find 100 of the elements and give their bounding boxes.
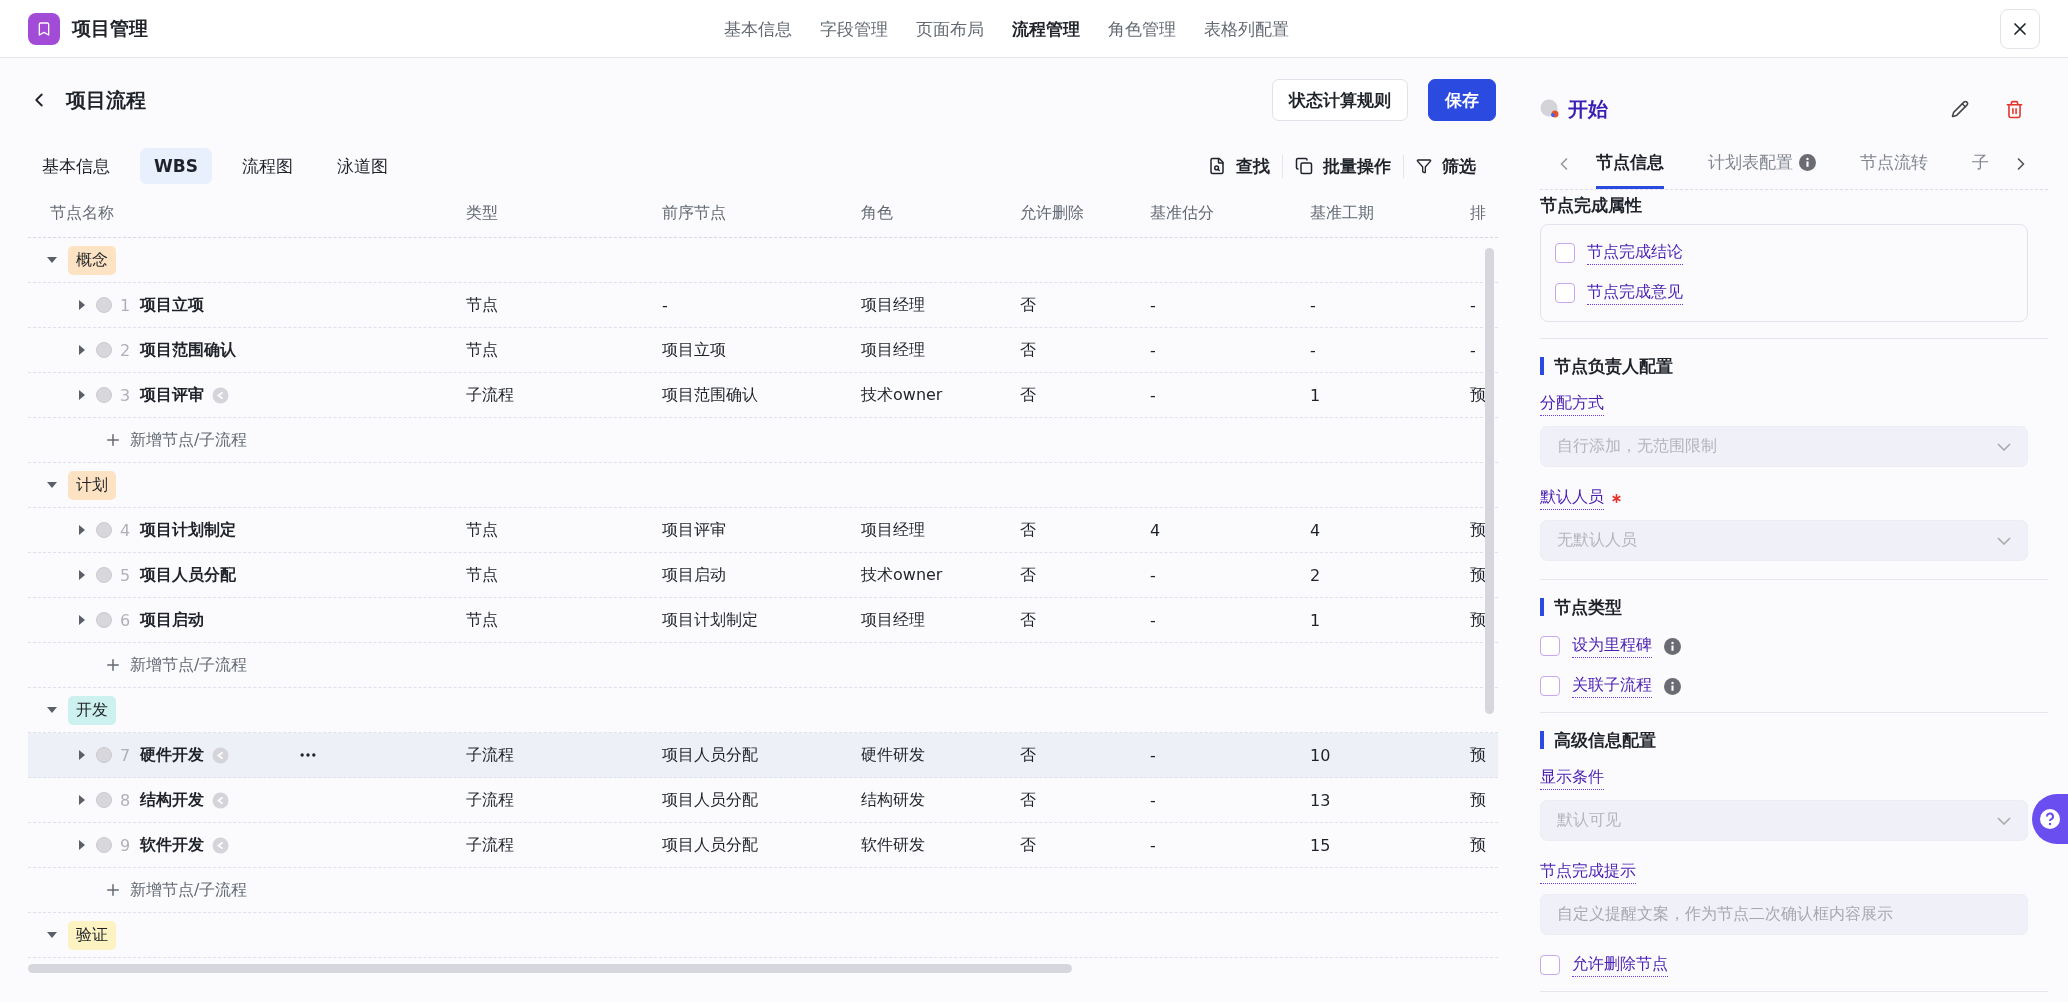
column-header: 基准估分 [1150, 203, 1215, 224]
checkbox[interactable] [1555, 283, 1575, 303]
view-tab[interactable]: 泳道图 [322, 146, 402, 186]
input-field[interactable]: 自定义提醒文案，作为节点二次确认框内容展示 [1540, 894, 2028, 935]
toolbar-button[interactable]: 筛选 [1403, 154, 1488, 178]
node-name: 项目启动 [140, 609, 204, 631]
table-cell-text: 否 [1020, 519, 1037, 541]
nav-tab[interactable]: 角色管理 [1096, 11, 1188, 47]
view-tab[interactable]: WBS [140, 148, 212, 184]
nav-tab[interactable]: 页面布局 [904, 11, 996, 47]
table-cell-text: 节点 [466, 609, 499, 631]
group-tag: 验证 [68, 920, 116, 950]
node-name: 硬件开发 [140, 744, 204, 766]
node-name: 项目计划制定 [140, 519, 236, 541]
checkbox[interactable] [1540, 636, 1560, 656]
chevron-down-icon [1997, 442, 2011, 451]
table-cell-text: 项目评审 [662, 519, 727, 541]
node-name: 项目立项 [140, 294, 204, 316]
table-cell-text: 项目范围确认 [662, 384, 759, 406]
table-row[interactable]: 8 结构开发 子流程 项目人员分配 结构研发 否 - 13 预 [28, 778, 1498, 823]
table-cell-text: 项目人员分配 [662, 834, 759, 856]
column-header: 前序节点 [662, 203, 727, 224]
table-cell-text: - [1150, 385, 1157, 405]
table-cell-text: 2 [1310, 565, 1322, 585]
table-cell-text: 节点 [466, 564, 499, 586]
app-logo [28, 12, 60, 45]
section-title: 节点类型 [1540, 598, 2028, 616]
status-icon [96, 792, 112, 808]
field-label: 显示条件 [1540, 767, 1604, 790]
table-cell-text: 否 [1020, 609, 1037, 631]
checkbox-label: 节点完成结论 [1587, 241, 1683, 265]
scrollbar[interactable] [1485, 248, 1494, 714]
table-cell-text: 预 [1470, 564, 1487, 586]
status-icon [96, 522, 112, 538]
table-cell-text: 否 [1020, 744, 1037, 766]
field-label: 分配方式 [1540, 393, 1604, 416]
copy-icon [1295, 157, 1313, 175]
table-row[interactable]: 7 硬件开发 子流程 项目人员分配 硬件研发 否 - 10 预 [28, 733, 1498, 778]
table-cell-text: 13 [1310, 790, 1332, 810]
table-cell-text: 硬件研发 [861, 744, 926, 766]
status-icon [96, 612, 112, 628]
view-tab[interactable]: 流程图 [227, 146, 307, 186]
field-label: 默认人员 [1540, 487, 1604, 510]
checkbox-label: 节点完成意见 [1587, 281, 1683, 305]
nav-tab[interactable]: 流程管理 [1000, 11, 1092, 47]
table-cell-text: - [662, 295, 669, 315]
nav-tab[interactable]: 字段管理 [808, 11, 900, 47]
status-icon [96, 567, 112, 583]
scrollbar[interactable] [28, 964, 1072, 973]
row-number: 5 [120, 565, 132, 585]
table-cell-text: 节点 [466, 519, 499, 541]
status-icon [1540, 99, 1560, 119]
table-cell-text: 项目启动 [662, 564, 727, 586]
table-row[interactable]: 9 软件开发 子流程 项目人员分配 软件研发 否 - 15 预 [28, 823, 1498, 868]
nav-tab[interactable]: 基本信息 [712, 11, 804, 47]
page-title: 项目流程 [66, 86, 146, 114]
toolbar-button[interactable]: 查找 [1196, 154, 1282, 178]
view-tab[interactable]: 基本信息 [28, 146, 124, 186]
field-label: 节点完成提示 [1540, 861, 1636, 884]
panel-tab[interactable]: 计划表配置 [1708, 138, 1816, 189]
nav-tab[interactable]: 表格列配置 [1192, 11, 1301, 47]
add-node-button[interactable]: 新增节点/子流程 [28, 654, 466, 676]
table-cell-text: 项目人员分配 [662, 789, 759, 811]
table-cell-text: 节点 [466, 339, 499, 361]
row-number: 3 [120, 385, 132, 405]
panel-tab[interactable]: 子 [1972, 138, 1989, 189]
rules-button[interactable]: 状态计算规则 [1272, 79, 1408, 121]
status-icon [96, 387, 112, 403]
row-number: 4 [120, 520, 132, 540]
section-title: 高级信息配置 [1540, 731, 2028, 749]
table-cell-text: 预 [1470, 744, 1487, 766]
node-name: 项目评审 [140, 384, 204, 406]
status-icon [96, 747, 112, 763]
filter-icon [1416, 158, 1432, 174]
table-cell-text: 项目计划制定 [662, 609, 759, 631]
table-cell-text: 节点 [466, 294, 499, 316]
plus-icon [104, 881, 122, 899]
checkbox[interactable] [1540, 676, 1560, 696]
panel-tab[interactable]: 节点信息 [1596, 138, 1664, 189]
table-cell-text: 项目立项 [662, 339, 727, 361]
add-node-button[interactable]: 新增节点/子流程 [28, 879, 466, 901]
group-tag: 计划 [68, 470, 116, 500]
close-button[interactable] [2000, 8, 2040, 49]
table-cell-text: 预 [1470, 384, 1487, 406]
save-button[interactable]: 保存 [1428, 79, 1496, 121]
panel-tab[interactable]: 节点流转 [1860, 138, 1928, 189]
node-name: 项目范围确认 [140, 339, 236, 361]
table-cell-text: - [1150, 295, 1157, 315]
checkbox[interactable] [1540, 955, 1560, 975]
checkbox[interactable] [1555, 243, 1575, 263]
row-number: 8 [120, 790, 132, 810]
toolbar-button[interactable]: 批量操作 [1282, 154, 1403, 178]
column-header: 角色 [861, 203, 894, 224]
table-cell-text: 预 [1470, 609, 1487, 631]
checkbox-label: 允许删除节点 [1572, 953, 1668, 977]
app-title: 项目管理 [72, 15, 148, 41]
search-icon [1208, 157, 1226, 175]
help-button[interactable] [2032, 794, 2068, 844]
add-node-button[interactable]: 新增节点/子流程 [28, 429, 466, 451]
table-cell-text: 否 [1020, 339, 1037, 361]
